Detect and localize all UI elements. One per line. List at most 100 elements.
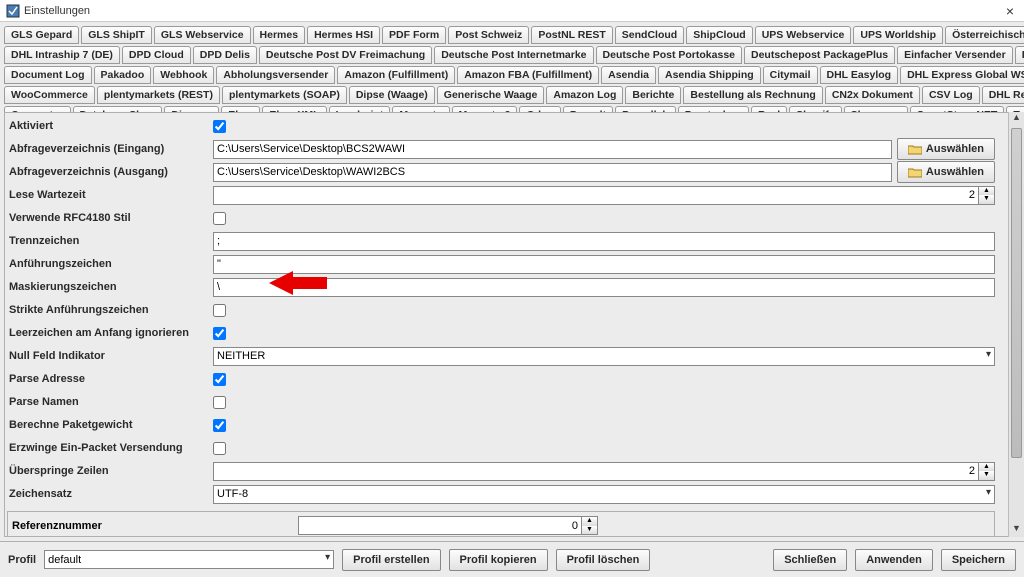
tab-abholungsversender[interactable]: Abholungsversender (216, 66, 335, 84)
spin-down-icon[interactable]: ▼ (582, 526, 597, 535)
tab-post-schweiz[interactable]: Post Schweiz (448, 26, 529, 44)
checkbox-aktiviert[interactable] (213, 120, 226, 133)
spin-down-icon[interactable]: ▼ (979, 471, 994, 480)
tab-einfacher-versender[interactable]: Einfacher Versender (897, 46, 1013, 64)
button-auswaehlen-eingang[interactable]: Auswählen (897, 138, 995, 160)
input-trennzeichen[interactable] (213, 232, 995, 251)
input-abf-ausgang[interactable] (213, 163, 892, 182)
select-zeichensatz[interactable]: UTF-8 (213, 485, 995, 504)
label-lese-wartezeit: Lese Wartezeit (7, 189, 213, 201)
tab-amazon-log[interactable]: Amazon Log (546, 86, 623, 104)
tab-ups-webservice[interactable]: UPS Webservice (755, 26, 852, 44)
select-null-feld[interactable]: NEITHER (213, 347, 995, 366)
tab-plentymarkets-soap-[interactable]: plentymarkets (SOAP) (222, 86, 347, 104)
checkbox-berechne-paketgewicht[interactable] (213, 419, 226, 432)
label-erzwinge-einpacket: Erzwinge Ein-Packet Versendung (7, 442, 213, 454)
tab-bestellung-als-rechnung[interactable]: Bestellung als Rechnung (683, 86, 822, 104)
spinner-lese-wartezeit[interactable]: ▲▼ (213, 186, 995, 205)
spin-up-icon[interactable]: ▲ (582, 517, 597, 526)
tab-deutsche-post-internetmarke[interactable]: Deutsche Post Internetmarke (434, 46, 593, 64)
spinner-referenznummer[interactable]: ▲▼ (298, 516, 598, 535)
tab-gls-gepard[interactable]: GLS Gepard (4, 26, 79, 44)
tab-shipcloud[interactable]: ShipCloud (686, 26, 753, 44)
tab-amazon-fulfillment-[interactable]: Amazon (Fulfillment) (337, 66, 455, 84)
settings-panel: Aktiviert Abfrageverzeichnis (Eingang) A… (4, 112, 1020, 537)
tab-cn2x-dokument[interactable]: CN2x Dokument (825, 86, 920, 104)
tab-asendia-shipping[interactable]: Asendia Shipping (658, 66, 761, 84)
spinner-ueberspringe-zeilen[interactable]: ▲▼ (213, 462, 995, 481)
close-icon[interactable]: × (1002, 3, 1018, 19)
tab-pdf-form[interactable]: PDF Form (382, 26, 446, 44)
tab-hermes-hsi[interactable]: Hermes HSI (307, 26, 380, 44)
folder-icon (908, 144, 922, 155)
tab-gls-shipit[interactable]: GLS ShipIT (81, 26, 152, 44)
tab-csv-log[interactable]: CSV Log (922, 86, 980, 104)
bottom-bar: Profil default Profil erstellen Profil k… (0, 541, 1024, 577)
input-maskierungszeichen[interactable] (213, 278, 995, 297)
tab-berichte[interactable]: Berichte (625, 86, 681, 104)
tab-ups-worldship[interactable]: UPS Worldship (853, 26, 943, 44)
tab-gls-webservice[interactable]: GLS Webservice (154, 26, 251, 44)
checkbox-strikte-anf[interactable] (213, 304, 226, 317)
input-ueberspringe-zeilen[interactable] (213, 462, 979, 481)
tab-plentymarkets-rest-[interactable]: plentymarkets (REST) (97, 86, 220, 104)
spin-down-icon[interactable]: ▼ (979, 195, 994, 204)
spin-up-icon[interactable]: ▲ (979, 187, 994, 196)
spin-up-icon[interactable]: ▲ (979, 463, 994, 472)
checkbox-parse-namen[interactable] (213, 396, 226, 409)
tab-pakadoo[interactable]: Pakadoo (94, 66, 152, 84)
tab-sendcloud[interactable]: SendCloud (615, 26, 684, 44)
tab-webhook[interactable]: Webhook (153, 66, 214, 84)
tab-document-log[interactable]: Document Log (4, 66, 92, 84)
tab-citymail[interactable]: Citymail (763, 66, 818, 84)
tab-hermes[interactable]: Hermes (253, 26, 306, 44)
checkbox-leerzeichen-ignorieren[interactable] (213, 327, 226, 340)
scroll-thumb[interactable] (1011, 128, 1022, 458)
scroll-up-icon[interactable]: ▲ (1009, 112, 1024, 126)
button-anwenden[interactable]: Anwenden (855, 549, 933, 571)
label-abf-eingang: Abfrageverzeichnis (Eingang) (7, 143, 213, 155)
tab-amazon-fba-fulfillment-[interactable]: Amazon FBA (Fulfillment) (457, 66, 599, 84)
tab-dhl-easylog[interactable]: DHL Easylog (820, 66, 899, 84)
button-profil-kopieren[interactable]: Profil kopieren (449, 549, 548, 571)
label-berechne-paketgewicht: Berechne Paketgewicht (7, 419, 213, 431)
vertical-scrollbar[interactable]: ▲ ▼ (1008, 112, 1024, 537)
tab-postnl-rest[interactable]: PostNL REST (531, 26, 612, 44)
tab-dhl-retoure[interactable]: DHL Retoure (982, 86, 1024, 104)
tab-asendia[interactable]: Asendia (601, 66, 656, 84)
tab-dpd-delis[interactable]: DPD Delis (193, 46, 257, 64)
tab-generische-waage[interactable]: Generische Waage (437, 86, 545, 104)
tab-dipse-waage-[interactable]: Dipse (Waage) (349, 86, 435, 104)
checkbox-erzwinge-einpacket[interactable] (213, 442, 226, 455)
tab-dhl-intraship-7-de-[interactable]: DHL Intraship 7 (DE) (4, 46, 120, 64)
input-abf-eingang[interactable] (213, 140, 892, 159)
label-parse-namen: Parse Namen (7, 396, 213, 408)
input-referenznummer[interactable] (298, 516, 582, 535)
label-aktiviert: Aktiviert (7, 120, 213, 132)
scroll-down-icon[interactable]: ▼ (1009, 523, 1024, 537)
label-leerzeichen-ignorieren: Leerzeichen am Anfang ignorieren (7, 327, 213, 339)
button-profil-loeschen[interactable]: Profil löschen (556, 549, 651, 571)
tab-fedex-webservice[interactable]: Fedex Webservice (1015, 46, 1024, 64)
button-profil-erstellen[interactable]: Profil erstellen (342, 549, 440, 571)
checkbox-rfc4180[interactable] (213, 212, 226, 225)
label-parse-adresse: Parse Adresse (7, 373, 213, 385)
tab-woocommerce[interactable]: WooCommerce (4, 86, 95, 104)
tab--sterreichische-post[interactable]: Österreichische Post (945, 26, 1024, 44)
tab-deutsche-post-dv-freimachung[interactable]: Deutsche Post DV Freimachung (259, 46, 432, 64)
label-null-feld: Null Feld Indikator (7, 350, 213, 362)
tab-dpd-cloud[interactable]: DPD Cloud (122, 46, 191, 64)
tab-dhl-express-global-ws[interactable]: DHL Express Global WS (900, 66, 1024, 84)
input-anfuehrungszeichen[interactable] (213, 255, 995, 274)
tab-deutsche-post-portokasse[interactable]: Deutsche Post Portokasse (596, 46, 742, 64)
checkbox-parse-adresse[interactable] (213, 373, 226, 386)
label-rfc4180: Verwende RFC4180 Stil (7, 212, 213, 224)
label-referenznummer: Referenznummer (12, 520, 292, 532)
tab-deutschepost-packageplus[interactable]: Deutschepost PackagePlus (744, 46, 895, 64)
label-strikte-anf: Strikte Anführungszeichen (7, 304, 213, 316)
select-profil[interactable]: default (44, 550, 334, 569)
button-speichern[interactable]: Speichern (941, 549, 1016, 571)
button-schliessen[interactable]: Schließen (773, 549, 847, 571)
input-lese-wartezeit[interactable] (213, 186, 979, 205)
button-auswaehlen-ausgang[interactable]: Auswählen (897, 161, 995, 183)
